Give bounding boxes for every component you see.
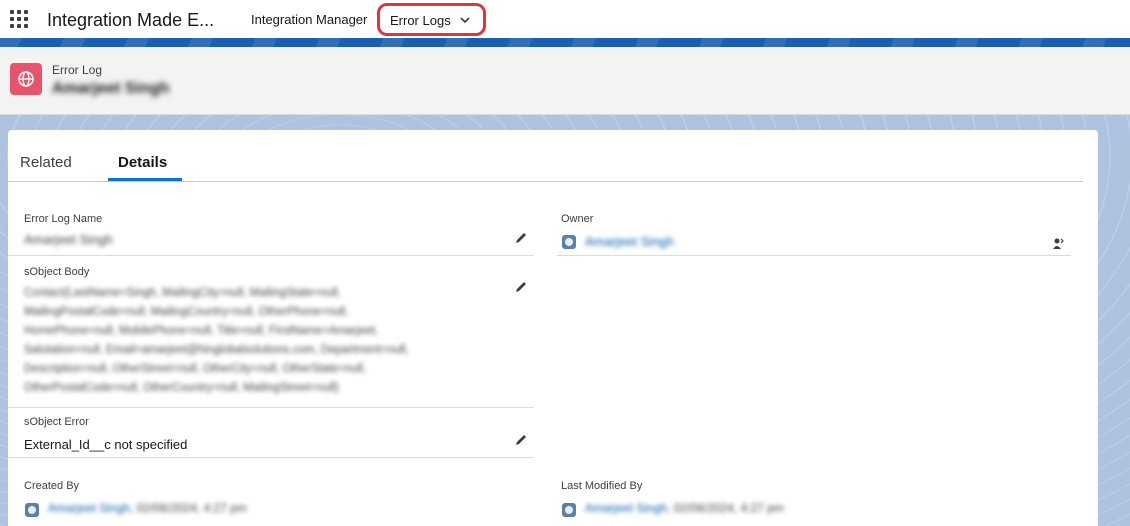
user-avatar-icon [25,503,39,517]
field-last-modified-by: Last Modified By Amarjeet Singh, 02/06/2… [557,475,1071,526]
field-error-log-name: Error Log Name Amarjeet Singh [8,206,534,256]
app-launcher-icon[interactable] [10,10,30,28]
field-owner: Owner Amarjeet Singh [557,206,1071,256]
last-modified-by-value: Amarjeet Singh, 02/06/2024, 4:27 pm [585,501,784,515]
app-name: Integration Made E... [47,10,215,30]
field-sobject-body: sObject Body Contact{LastName=Singh, Mai… [8,258,534,408]
last-modified-user-link[interactable]: Amarjeet Singh [585,501,667,515]
field-label: sObject Body [24,266,90,278]
field-sobject-error: sObject Error External_Id__c not specifi… [8,410,534,458]
field-label: Owner [561,213,594,225]
last-modified-date: , 02/06/2024, 4:27 pm [667,501,784,515]
body-line: Contact{LastName=Singh, MailingCity=null… [24,287,341,299]
body-line: OtherPostalCode=null, OtherCountry=null,… [24,382,339,394]
created-by-date: , 02/06/2024, 4:27 pm [130,501,247,515]
record-header: Error Log Amarjeet Singh [0,47,1130,115]
scroll-area-edge [1098,130,1130,526]
tab-bar: Related Details [8,130,1083,182]
record-type-label: Error Log [52,63,103,77]
field-label: Created By [24,480,80,492]
field-label: Error Log Name [24,213,103,225]
sobject-body-value: Contact{LastName=Singh, MailingCity=null… [24,284,409,398]
field-value: External_Id__c not specified [24,437,188,452]
field-label: sObject Error [24,416,89,428]
body-line: Salutation=null, Email=amarjeet@hingloba… [24,344,409,356]
change-owner-icon[interactable] [1051,236,1065,250]
owner-link[interactable]: Amarjeet Singh [585,234,674,249]
user-avatar-icon [562,235,576,249]
active-tab-indicator [108,178,182,181]
body-line: HomePhone=null, MobilePhone=null, Title=… [24,325,379,337]
user-avatar-icon [562,503,576,517]
edit-pencil-icon[interactable] [514,433,528,447]
tab-related[interactable]: Related [20,154,72,171]
body-line: MailingPostalCode=null, MailingCountry=n… [24,306,349,318]
globe-icon [10,63,42,95]
field-label: Last Modified By [561,480,643,492]
nav-item-error-logs[interactable]: Error Logs [377,3,486,36]
brand-strip [0,38,1130,47]
body-line: Description=null, OtherStreet=null, Othe… [24,363,366,375]
edit-pencil-icon[interactable] [514,231,528,245]
created-by-user-link[interactable]: Amarjeet Singh [48,501,130,515]
global-nav: Integration Made E... Integration Manage… [0,0,1130,38]
tab-details[interactable]: Details [118,154,167,171]
nav-item-integration-manager[interactable]: Integration Manager [251,12,367,27]
field-value: Amarjeet Singh [24,232,113,247]
nav-item-error-logs-label: Error Logs [390,13,451,28]
chevron-down-icon[interactable] [459,14,471,26]
record-title: Amarjeet Singh [52,80,170,97]
details-card: Related Details Error Log Name Amarjeet … [8,130,1098,526]
created-by-value: Amarjeet Singh, 02/06/2024, 4:27 pm [48,501,247,515]
edit-pencil-icon[interactable] [514,280,528,294]
field-created-by: Created By Amarjeet Singh, 02/06/2024, 4… [8,475,534,526]
